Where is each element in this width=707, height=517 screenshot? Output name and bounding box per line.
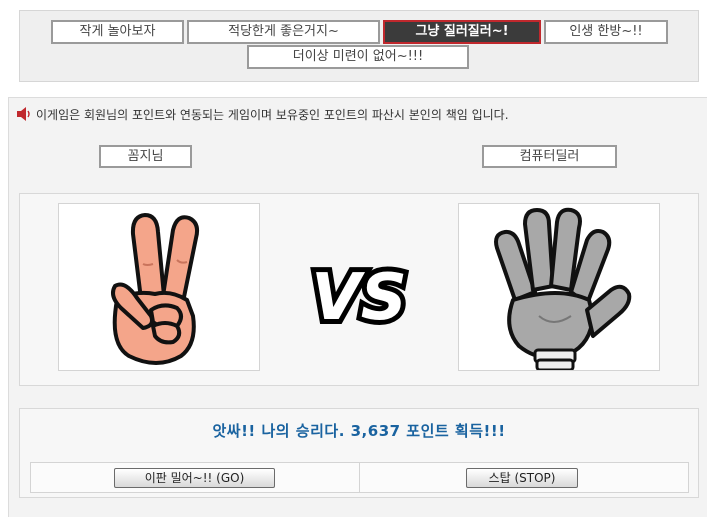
button-row-divider xyxy=(359,463,360,492)
vs-emblem: VS xyxy=(289,256,429,340)
notice-line: 이게임은 회원님의 포인트와 연동되는 게임이며 보유중인 포인트의 파산시 본… xyxy=(16,106,509,124)
player-name-label: 꼼지님 xyxy=(99,145,192,168)
notice-text: 이게임은 회원님의 포인트와 연동되는 게임이며 보유중인 포인트의 파산시 본… xyxy=(36,108,509,122)
player-hand-box xyxy=(58,203,260,371)
tab-life-one-shot[interactable]: 인생 한방~!! xyxy=(544,20,668,44)
vs-text: VS xyxy=(311,261,407,335)
tab-go-all-in[interactable]: 그냥 질러질러~! xyxy=(383,20,541,44)
scissors-hand-icon xyxy=(111,213,200,365)
paper-hand-icon xyxy=(494,207,632,370)
tab-no-regrets[interactable]: 더이상 미련이 없어~!!! xyxy=(247,45,469,69)
dealer-hand-box xyxy=(458,203,660,371)
dealer-name-label: 컴퓨터딜러 xyxy=(482,145,617,168)
tab-moderate[interactable]: 적당한게 좋은거지~ xyxy=(187,20,380,44)
tab-play-small[interactable]: 작게 놀아보자 xyxy=(51,20,184,44)
result-message: 앗싸!! 나의 승리다. 3,637 포인트 획득!!! xyxy=(212,422,506,440)
stop-button[interactable]: 스탑 (STOP) xyxy=(466,468,578,488)
speaker-icon xyxy=(16,107,32,121)
go-button[interactable]: 이판 밀어~!! (GO) xyxy=(114,468,275,488)
